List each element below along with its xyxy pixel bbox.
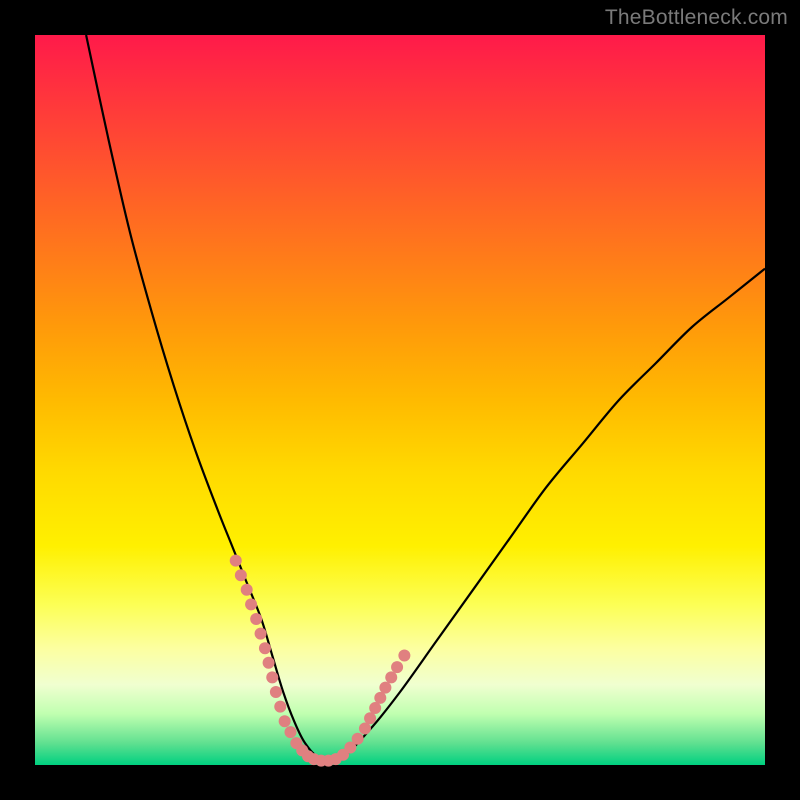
highlight-dot (250, 613, 262, 625)
highlight-dot (241, 584, 253, 596)
highlight-dot (279, 715, 291, 727)
highlight-dots-group (230, 555, 411, 767)
highlight-dot (285, 726, 297, 738)
highlight-dot (263, 657, 275, 669)
highlight-dot (259, 642, 271, 654)
bottleneck-curve (86, 35, 765, 761)
highlight-dot (374, 692, 386, 704)
highlight-dot (230, 555, 242, 567)
highlight-dot (270, 686, 282, 698)
highlight-dot (385, 671, 397, 683)
highlight-dot (369, 702, 381, 714)
highlight-dot (359, 723, 371, 735)
highlight-dot (364, 712, 376, 724)
highlight-dot (255, 628, 267, 640)
chart-plot-area (35, 35, 765, 765)
highlight-dot (235, 569, 247, 581)
highlight-dot (274, 701, 286, 713)
chart-svg (35, 35, 765, 765)
highlight-dot (352, 733, 364, 745)
highlight-dot (398, 650, 410, 662)
highlight-dot (379, 682, 391, 694)
highlight-dot (245, 598, 257, 610)
highlight-dot (391, 661, 403, 673)
watermark-text: TheBottleneck.com (605, 6, 788, 30)
highlight-dot (266, 671, 278, 683)
